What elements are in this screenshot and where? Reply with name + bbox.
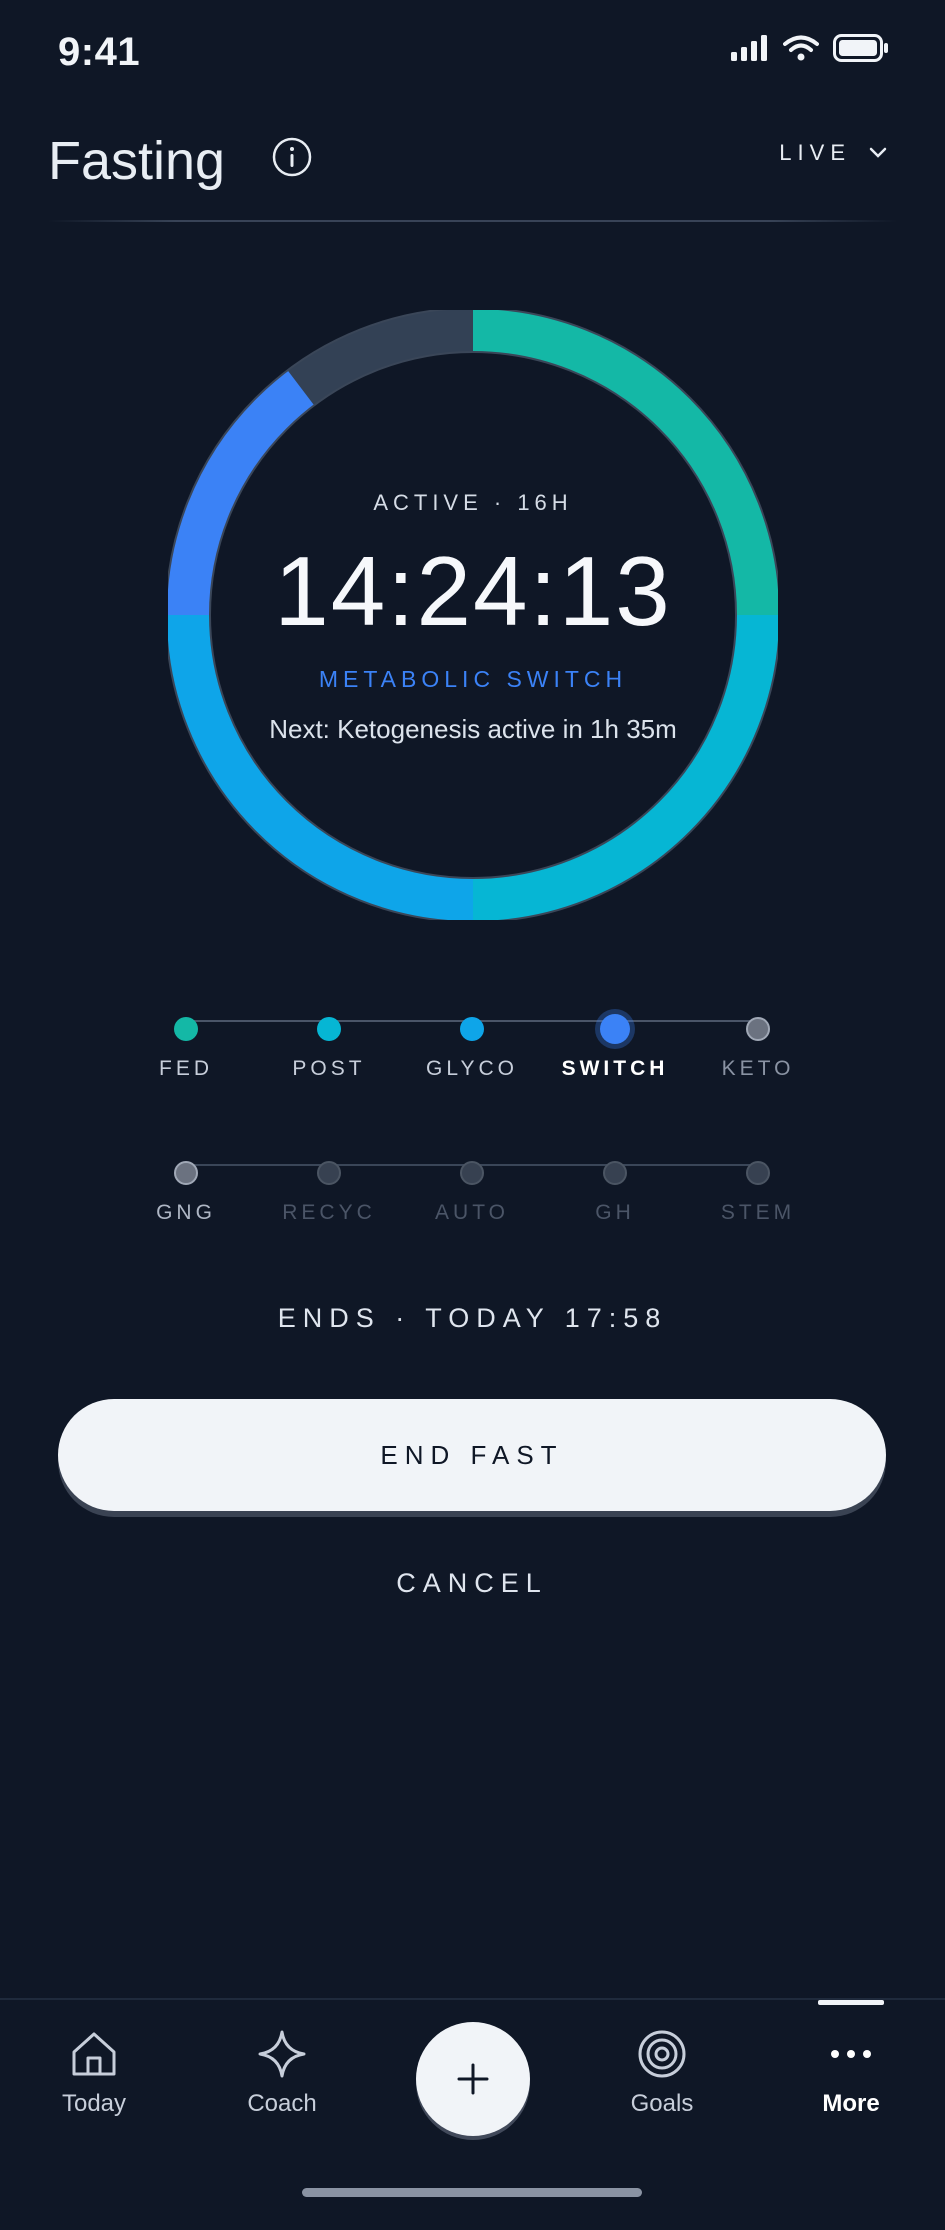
stage-node-recyc[interactable] [317,1161,341,1185]
tab-today[interactable]: Today [29,2028,159,2118]
fast-end-time: ENDS · TODAY 17:58 [277,1303,668,1333]
ring-center: ACTIVE · 16H 14:24:13 METABOLIC SWITCH N… [168,310,778,920]
stage-node-post[interactable] [317,1017,341,1041]
target-icon [638,2030,686,2078]
page-title: Fasting [48,131,226,191]
stage-node-keto[interactable] [746,1017,770,1041]
fast-status-label: ACTIVE · 16H [373,490,573,515]
tab-goals[interactable]: Goals [597,2028,727,2118]
stage-label-glyco: GLYCO [426,1057,518,1080]
sparkle-icon [258,2030,306,2078]
stage-node-glyco[interactable] [460,1017,484,1041]
stage-node-fed[interactable] [174,1017,198,1041]
tab-label-more: More [822,2090,880,2117]
home-icon [72,2032,116,2076]
tab-label-goals: Goals [630,2090,694,2117]
tab-coach[interactable]: Coach [217,2028,347,2118]
stage-node-gh[interactable] [603,1161,627,1185]
stage-label-fed: FED [159,1057,213,1080]
stage-label-gh: GH [595,1201,635,1224]
stage-node-auto[interactable] [460,1161,484,1185]
more-dots-icon [831,2050,871,2058]
add-button[interactable] [416,2022,530,2136]
home-indicator [302,2188,642,2197]
status-icons [731,34,889,62]
elapsed-timer: 14:24:13 [274,536,672,646]
live-mode-dropdown[interactable]: LIVE [779,140,887,166]
stage-label-gng: GNG [156,1201,216,1224]
stage-node-switch[interactable] [600,1014,630,1044]
end-fast-label: END FAST [380,1439,564,1470]
plus-icon [457,2063,489,2095]
fasting-progress-ring: ACTIVE · 16H 14:24:13 METABOLIC SWITCH N… [168,310,778,920]
stage-node-stem[interactable] [746,1161,770,1185]
wifi-icon [783,35,819,61]
stage-label-post: POST [292,1057,366,1080]
live-mode-label: LIVE [779,140,851,165]
stage-label-keto: KETO [721,1057,795,1080]
tab-label-coach: Coach [247,2090,317,2117]
tab-label-today: Today [61,2090,127,2117]
next-phase-text: Next: Ketogenesis active in 1h 35m [269,714,677,744]
battery-icon [833,34,888,62]
stage-label-stem: STEM [720,1201,796,1224]
cancel-button[interactable]: CANCEL [372,1568,572,1599]
stage-label-switch: SWITCH [561,1057,669,1080]
stage-label-recyc: RECYC [282,1201,376,1224]
stage-node-gng[interactable] [174,1161,198,1185]
stage-label-auto: AUTO [435,1201,509,1224]
status-bar: 9:41 [0,0,945,110]
header-divider [48,220,897,222]
active-tab-indicator [818,2000,884,2005]
status-time: 9:41 [58,30,141,74]
signal-icon [731,35,767,61]
chevron-down-icon [869,147,887,158]
end-fast-button[interactable]: END FAST [58,1399,886,1511]
current-phase-label: METABOLIC SWITCH [318,666,628,692]
info-icon[interactable] [271,136,313,178]
header: Fasting LIVE [0,110,945,222]
tab-more[interactable]: More [786,2028,916,2118]
